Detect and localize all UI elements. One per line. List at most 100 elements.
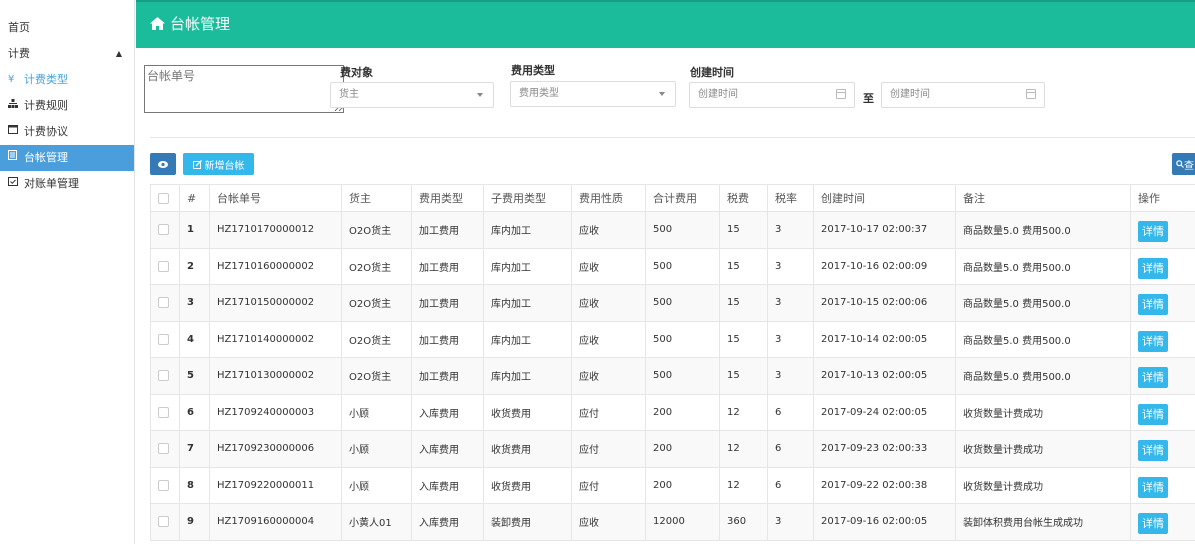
page-header: 台帐管理: [136, 0, 1195, 48]
row-checkbox[interactable]: [158, 443, 169, 454]
cell-nature: 应收: [571, 357, 646, 395]
cell-nature: 应付: [571, 393, 646, 431]
row-checkbox[interactable]: [158, 516, 169, 527]
row-select-cell[interactable]: [150, 320, 180, 358]
row-checkbox[interactable]: [158, 260, 169, 272]
row-number: 9: [179, 503, 210, 541]
select-all-checkbox[interactable]: [158, 193, 169, 204]
fee-type-select[interactable]: 费用类型: [510, 81, 676, 107]
ledger-no-input[interactable]: [144, 65, 344, 113]
row-checkbox[interactable]: [158, 224, 169, 235]
sidebar-item-statement[interactable]: 对账单管理: [0, 171, 134, 197]
cell-note: 商品数量5.0 费用500.0: [955, 284, 1131, 322]
cell-note: 商品数量5.0 费用500.0: [955, 320, 1131, 358]
row-checkbox[interactable]: [158, 333, 169, 345]
search-icon: [1176, 160, 1184, 168]
detail-button[interactable]: 详情: [1138, 440, 1168, 462]
cell-rate: 6: [767, 430, 814, 468]
cell-tax: 12: [719, 430, 768, 468]
detail-button[interactable]: 详情: [1138, 257, 1168, 279]
row-checkbox[interactable]: [158, 406, 169, 418]
row-select-cell[interactable]: [150, 430, 180, 468]
sidebar-item-fee-rules[interactable]: 计费规则: [0, 93, 134, 119]
toggle-columns-button[interactable]: [150, 153, 176, 175]
cell-type: 入库费用: [411, 393, 484, 431]
detail-button[interactable]: 详情: [1138, 513, 1168, 535]
cell-time: 2017-09-23 02:00:33: [813, 430, 956, 468]
cell-note: 收货数量计费成功: [955, 430, 1131, 468]
select-all-cell[interactable]: [150, 184, 180, 212]
sidebar-item-fee-type[interactable]: ¥ 计费类型: [0, 67, 134, 93]
row-select-cell[interactable]: [150, 211, 180, 249]
cell-total: 500: [645, 247, 720, 285]
table-row: 5 HZ1710130000002 O2O货主 加工费用 库内加工 应收 500 15 3 201…: [150, 357, 1195, 395]
detail-button[interactable]: 详情: [1138, 476, 1168, 498]
to-label: 至: [863, 92, 874, 105]
row-select-cell[interactable]: [150, 466, 180, 504]
cell-nature: 应付: [571, 430, 646, 468]
fee-type-select-value: 费用类型: [519, 88, 559, 99]
action-cell: 详情: [1130, 357, 1195, 395]
detail-button[interactable]: 详情: [1138, 221, 1168, 243]
query-button[interactable]: 查: [1172, 153, 1195, 175]
column-header: 操作: [1130, 184, 1195, 212]
column-header: 费用性质: [571, 184, 646, 212]
cell-owner: 小顾: [341, 466, 412, 504]
yen-icon: ¥: [8, 74, 15, 85]
detail-button[interactable]: 详情: [1138, 367, 1168, 389]
cell-no: HZ1710140000002: [209, 320, 342, 358]
column-header: 税费: [719, 184, 768, 212]
calendar-icon: [836, 89, 846, 99]
start-date-input[interactable]: 创建时间: [689, 82, 855, 108]
row-select-cell[interactable]: [150, 393, 180, 431]
row-number: 5: [179, 357, 210, 395]
cell-time: 2017-09-24 02:00:05: [813, 393, 956, 431]
sidebar-item-ledger[interactable]: 台帐管理: [0, 145, 134, 171]
row-select-cell[interactable]: [150, 284, 180, 322]
cell-rate: 3: [767, 320, 814, 358]
detail-button[interactable]: 详情: [1138, 294, 1168, 316]
add-ledger-button[interactable]: 新增台帐: [183, 153, 254, 175]
object-select[interactable]: 货主: [330, 82, 494, 108]
cell-rate: 6: [767, 393, 814, 431]
detail-button[interactable]: 详情: [1138, 403, 1168, 425]
cell-total: 500: [645, 320, 720, 358]
action-cell: 详情: [1130, 503, 1195, 541]
cell-sub: 收货费用: [483, 466, 572, 504]
page-title: 台帐管理: [150, 13, 230, 34]
cell-tax: 15: [719, 320, 768, 358]
row-checkbox[interactable]: [158, 297, 169, 308]
cell-no: HZ1709230000006: [209, 430, 342, 468]
cell-type: 加工费用: [411, 211, 484, 249]
ledger-table: # 台帐单号 货主 费用类型 子费用类型 费用性质 合计费用 税费 税率 创建时…: [150, 184, 1195, 541]
row-select-cell[interactable]: [150, 503, 180, 541]
cell-type: 加工费用: [411, 247, 484, 285]
row-select-cell[interactable]: [150, 357, 180, 395]
cell-type: 加工费用: [411, 320, 484, 358]
row-checkbox[interactable]: [158, 479, 169, 491]
sidebar-item-home[interactable]: 首页: [0, 15, 134, 41]
row-number: 1: [179, 211, 210, 249]
sidebar-item-fee-agreement[interactable]: 计费协议: [0, 119, 134, 145]
cell-owner: 小顾: [341, 393, 412, 431]
cell-total: 500: [645, 211, 720, 249]
column-header: 创建时间: [813, 184, 956, 212]
home-icon: [150, 17, 165, 30]
chevron-down-icon: [477, 93, 483, 97]
cell-no: HZ1709240000003: [209, 393, 342, 431]
column-header: 子费用类型: [483, 184, 572, 212]
row-select-cell[interactable]: [150, 247, 180, 285]
fee-type-label: 费用类型: [511, 64, 555, 77]
cell-note: 商品数量5.0 费用500.0: [955, 247, 1131, 285]
table-row: 7 HZ1709230000006 小顾 入库费用 收货费用 应付 200 12 6 2017-0…: [150, 430, 1195, 468]
sidebar-group-billing[interactable]: 计费 ▲: [0, 41, 134, 67]
row-checkbox[interactable]: [158, 370, 169, 381]
end-date-input[interactable]: 创建时间: [881, 82, 1045, 108]
cell-total: 500: [645, 357, 720, 395]
edit-icon: [192, 159, 202, 169]
cell-time: 2017-10-14 02:00:05: [813, 320, 956, 358]
row-number: 8: [179, 466, 210, 504]
detail-button[interactable]: 详情: [1138, 330, 1168, 352]
cell-tax: 15: [719, 284, 768, 322]
cell-sub: 库内加工: [483, 247, 572, 285]
